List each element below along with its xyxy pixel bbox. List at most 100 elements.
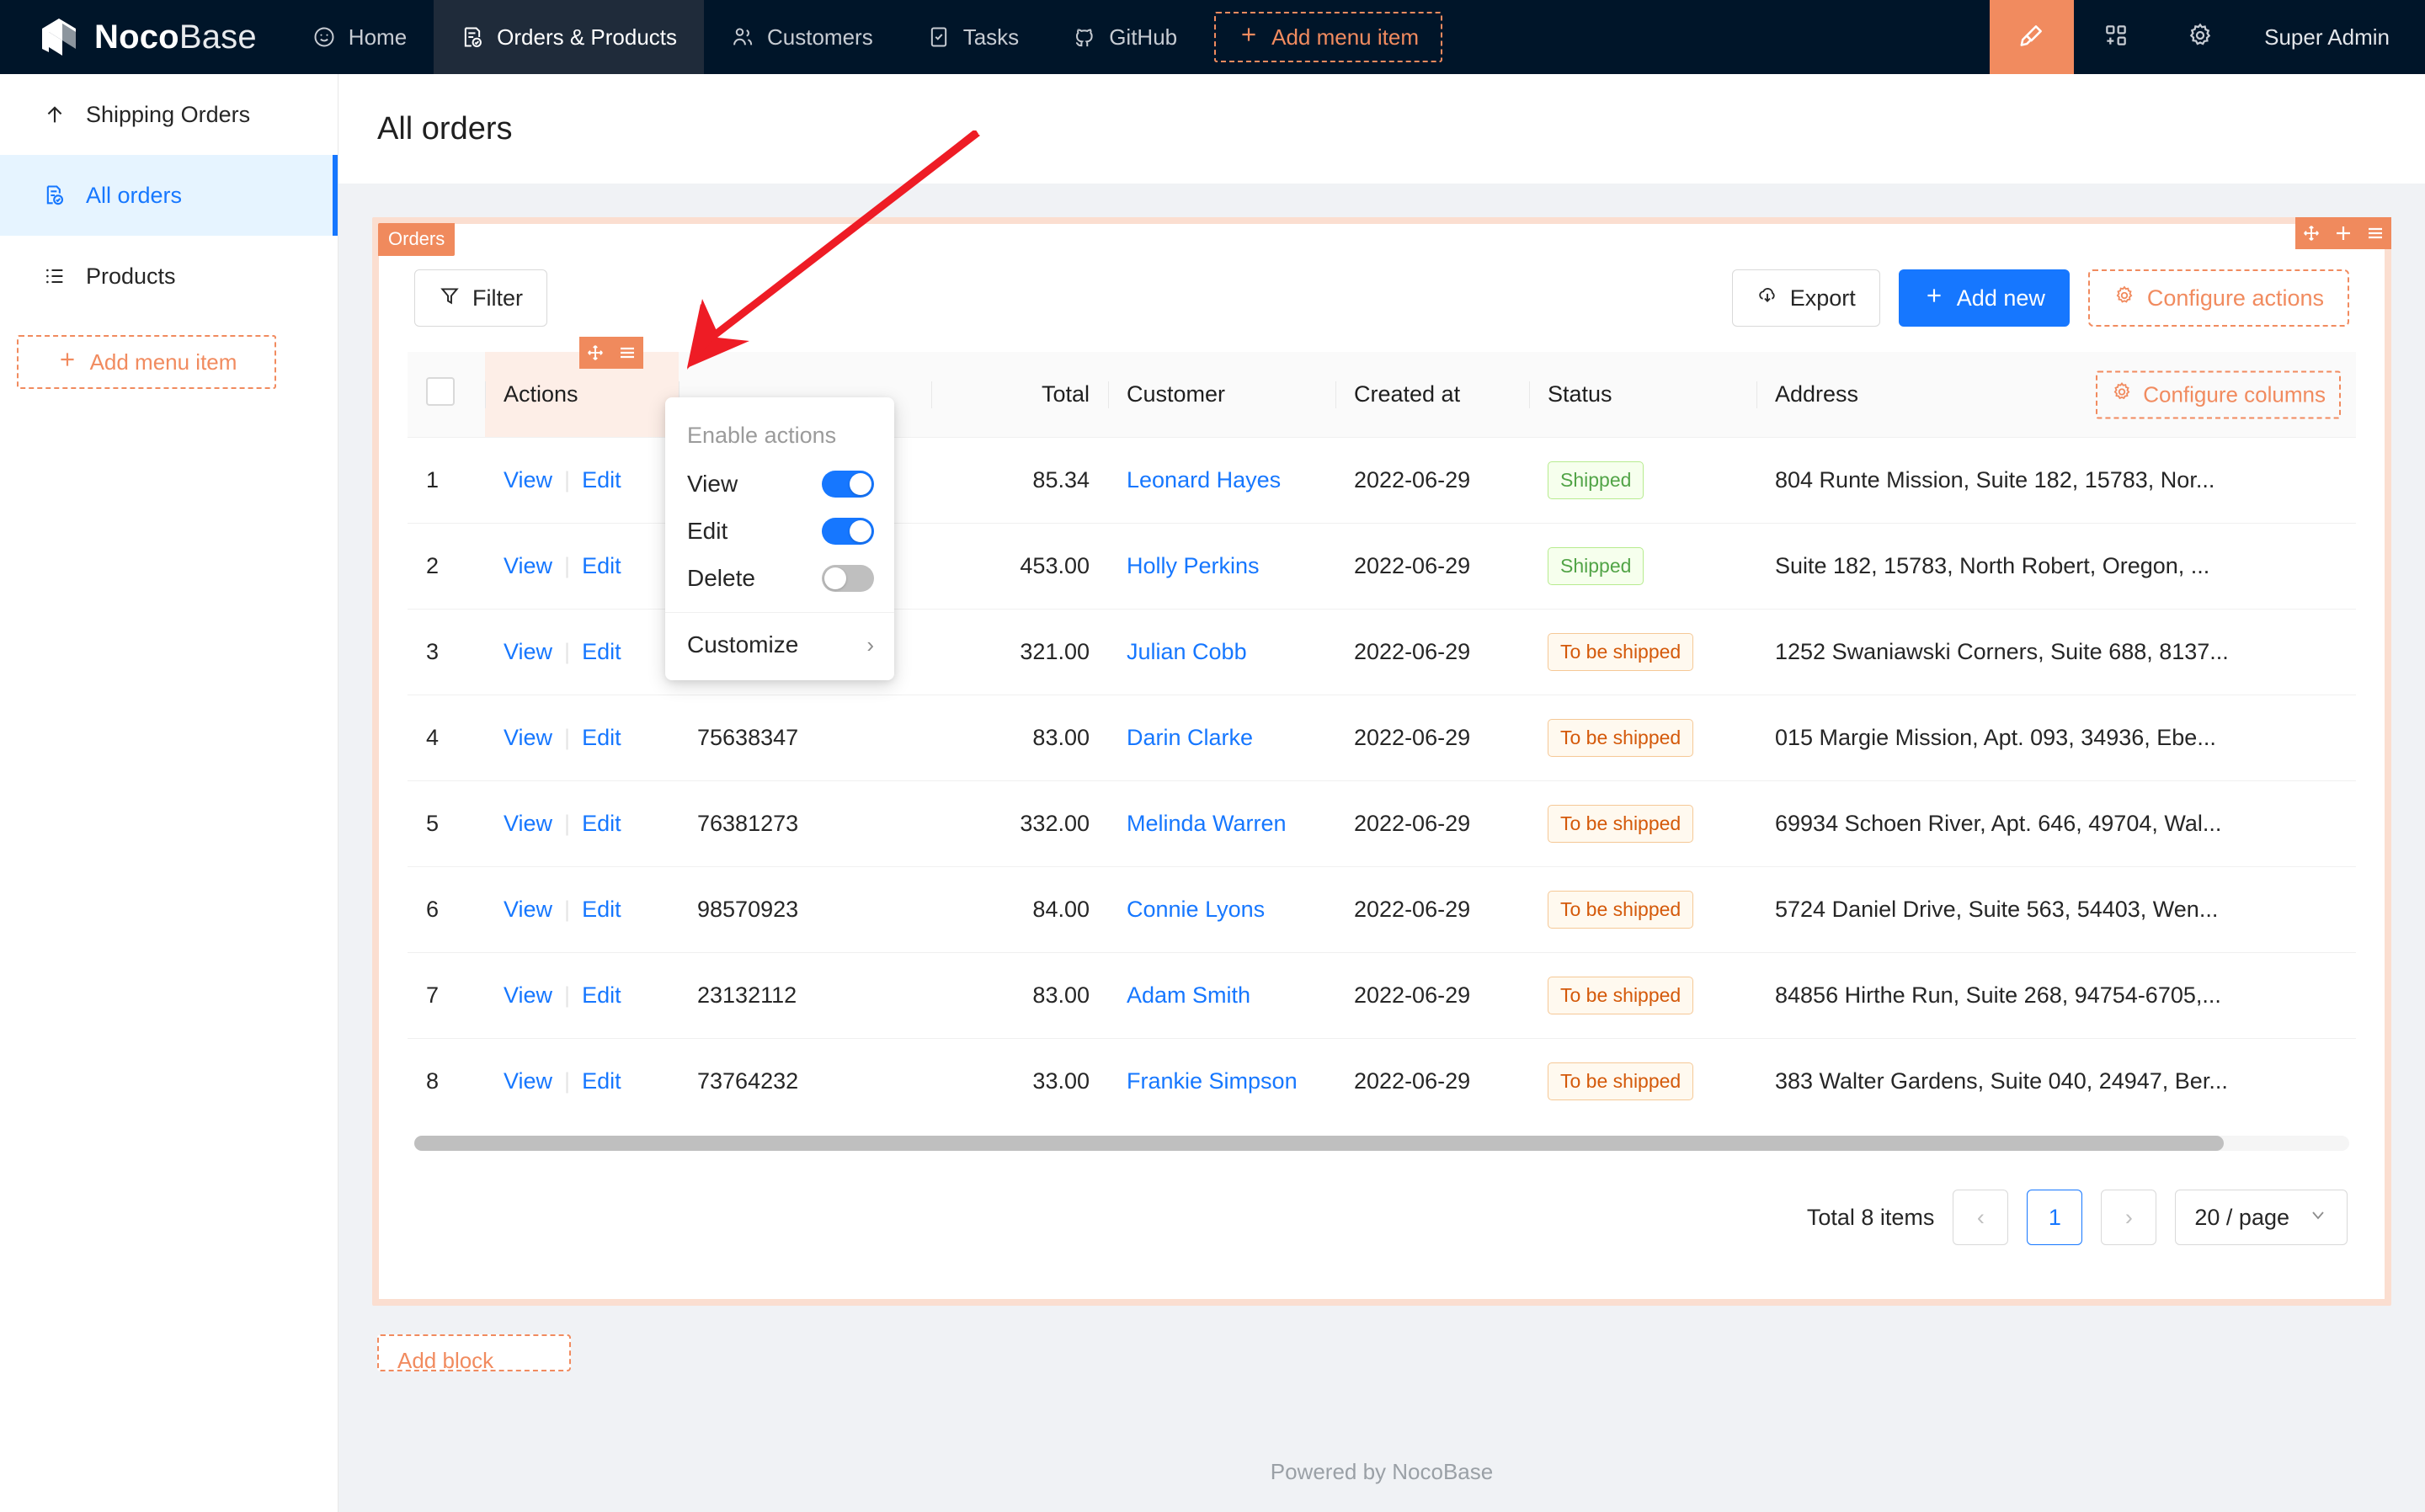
customer-link[interactable]: Connie Lyons [1127,897,1265,922]
row-customer: Melinda Warren [1108,780,1335,867]
row-edit-link[interactable]: Edit [582,553,621,578]
row-created-at: 2022-06-29 [1335,609,1529,695]
nav-item-label: Customers [767,24,873,50]
row-edit-link[interactable]: Edit [582,982,621,1008]
row-view-link[interactable]: View [504,639,552,664]
row-view-link[interactable]: View [504,725,552,750]
app-grid-icon [2103,22,2129,53]
row-edit-link[interactable]: Edit [582,897,621,922]
filter-label: Filter [472,285,523,311]
sidebar: Shipping Orders All orders Products Add … [0,74,338,1512]
list-icon [42,264,67,288]
column-header-label: Status [1548,381,1612,407]
nav-item-customers[interactable]: Customers [704,0,900,74]
column-header-total: Total [931,352,1108,438]
row-edit-link[interactable]: Edit [582,467,621,492]
block-drag-handle-icon[interactable] [2295,217,2327,249]
row-total: 321.00 [931,609,1108,695]
column-header-label: Total [1041,381,1090,407]
row-index: 3 [408,609,485,695]
row-status-cell: To be shipped [1529,866,1756,953]
pagination-next-button[interactable]: › [2101,1190,2157,1245]
status-badge: To be shipped [1548,891,1694,929]
delete-toggle-switch[interactable] [822,565,874,592]
brand-logo-area[interactable]: NocoBase [0,0,285,74]
page-body: Orders Filter Export Add new Configure a… [338,184,2425,1371]
block-designer-tools [2295,217,2391,249]
actions-menu-icon[interactable] [611,337,643,369]
sidebar-item-shipping-orders[interactable]: Shipping Orders [0,74,338,155]
settings-button[interactable] [2158,0,2242,74]
status-badge: To be shipped [1548,719,1694,757]
customer-link[interactable]: Darin Clarke [1127,725,1253,750]
plugin-manager-button[interactable] [2074,0,2158,74]
switch-knob [824,567,846,589]
user-menu[interactable]: Super Admin [2242,0,2425,74]
customer-link[interactable]: Frankie Simpson [1127,1068,1298,1094]
dropdown-item-edit[interactable]: Edit [665,508,894,555]
actions-column-designer-tools [579,337,643,369]
customer-link[interactable]: Holly Perkins [1127,553,1260,578]
customer-link[interactable]: Leonard Hayes [1127,467,1281,492]
actions-drag-handle-icon[interactable] [579,337,611,369]
pagination-total-label: Total 8 items [1806,1204,1935,1230]
row-view-link[interactable]: View [504,982,552,1008]
footer-text: Powered by NocoBase [1270,1458,1494,1484]
row-view-link[interactable]: View [504,897,552,922]
row-edit-link[interactable]: Edit [582,1068,621,1094]
row-edit-link[interactable]: Edit [582,725,621,750]
select-all-checkbox[interactable] [426,377,455,406]
brand-name-light: Base [179,18,257,56]
add-block-button[interactable]: Add block [377,1334,571,1371]
nav-item-orders-products[interactable]: Orders & Products [434,0,705,74]
sidebar-item-products[interactable]: Products [0,236,338,317]
nav-item-home[interactable]: Home [285,0,434,74]
row-view-link[interactable]: View [504,553,552,578]
action-separator: | [564,725,571,750]
row-created-at: 2022-06-29 [1335,866,1529,953]
table-row: 8 View | Edit 73764232 33.00 Frankie Simpson 20… [408,1039,2356,1125]
row-created-at: 2022-06-29 [1335,695,1529,781]
view-toggle-switch[interactable] [822,471,874,498]
add-menu-item-button-sidebar[interactable]: Add menu item [17,335,276,389]
switch-knob [850,473,871,495]
customer-link[interactable]: Melinda Warren [1127,811,1287,836]
add-menu-item-button-top[interactable]: Add menu item [1214,12,1442,62]
configure-columns-button[interactable]: Configure columns [2096,370,2341,418]
plus-icon [1238,24,1260,51]
row-actions-cell: View | Edit [485,780,679,867]
row-status-cell: To be shipped [1529,1039,1756,1125]
chevron-right-icon: › [866,631,874,658]
export-button[interactable]: Export [1731,269,1880,327]
dropdown-item-delete[interactable]: Delete [665,555,894,602]
filter-button[interactable]: Filter [414,269,547,327]
block-add-icon[interactable] [2327,217,2359,249]
table-horizontal-scrollbar[interactable] [414,1136,2349,1151]
row-edit-link[interactable]: Edit [582,639,621,664]
row-actions-cell: View | Edit [485,609,679,695]
customer-link[interactable]: Julian Cobb [1127,639,1247,664]
nav-item-github[interactable]: GitHub [1046,0,1204,74]
row-view-link[interactable]: View [504,811,552,836]
dropdown-item-view[interactable]: View [665,461,894,508]
dropdown-item-customize[interactable]: Customize › [665,613,894,673]
row-edit-link[interactable]: Edit [582,811,621,836]
nav-item-tasks[interactable]: Tasks [900,0,1046,74]
sidebar-item-all-orders[interactable]: All orders [0,155,338,236]
configure-actions-button[interactable]: Configure actions [2087,269,2349,327]
edit-toggle-switch[interactable] [822,518,874,545]
column-header-label: Created at [1354,381,1461,407]
scrollbar-thumb[interactable] [414,1136,2224,1151]
page-size-select[interactable]: 20 / page [2175,1190,2348,1245]
pagination-prev-button[interactable]: ‹ [1953,1190,2009,1245]
row-order-number: 75638347 [679,695,931,781]
status-badge: Shipped [1548,547,1644,585]
nav-item-label: Home [348,24,408,50]
customer-link[interactable]: Adam Smith [1127,982,1250,1008]
ui-designer-toggle-button[interactable] [1990,0,2075,74]
add-new-button[interactable]: Add new [1898,269,2070,327]
pagination-page-1[interactable]: 1 [2027,1190,2083,1245]
block-menu-icon[interactable] [2359,217,2391,249]
row-view-link[interactable]: View [504,1068,552,1094]
row-view-link[interactable]: View [504,467,552,492]
